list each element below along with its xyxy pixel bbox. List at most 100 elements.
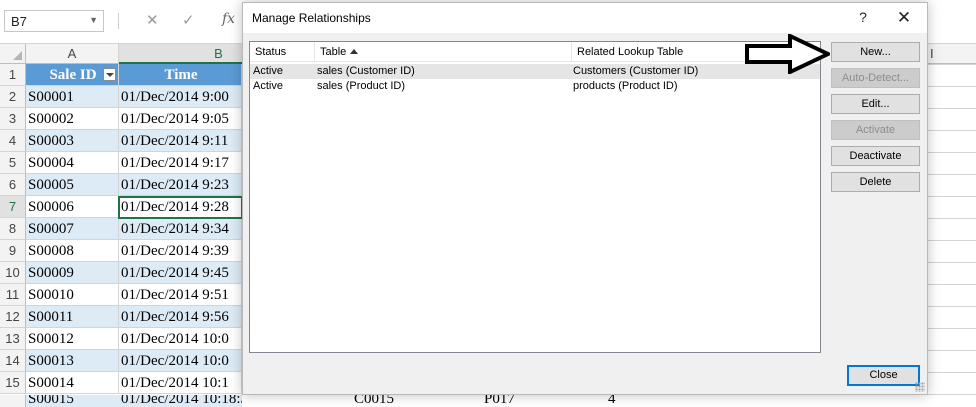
cell-sale-id[interactable]: S00002 [26,108,119,130]
row-header[interactable]: 15 [0,372,26,394]
row-header[interactable]: 8 [0,218,26,240]
partial-cell-b-text: 01/Dec/2014 10:18:33 AM [121,395,242,407]
column-status-label: Status [255,46,287,58]
resize-grip-icon[interactable] [915,382,925,392]
cell-sale-id[interactable]: S00008 [26,240,119,262]
partial-cell-d: P017 [484,395,515,407]
row-header-partial [0,395,26,407]
grid-line [926,108,976,109]
column-lookup-label: Related Lookup Table [577,46,684,58]
select-all-button[interactable] [0,44,26,64]
cell-time[interactable]: 01/Dec/2014 9:39 [119,240,242,262]
grid-line [926,328,976,329]
grid-line [926,86,976,87]
cell-time[interactable]: 01/Dec/2014 9:23 [119,174,242,196]
row-lookup: Customers (Customer ID) [573,65,699,77]
header-cell-label: Time [164,67,198,83]
grid-line [926,174,976,175]
header-cell-time[interactable]: Time [119,64,242,86]
grid-line [926,152,976,153]
cell-sale-id[interactable]: S00012 [26,328,119,350]
grid-line [926,394,976,395]
row-header[interactable]: 13 [0,328,26,350]
row-status: Active [253,80,283,92]
row-header[interactable]: 5 [0,152,26,174]
relationship-row[interactable]: Active sales (Customer ID) Customers (Cu… [250,64,820,79]
header-cell-sale-id[interactable]: Sale ID [26,64,119,86]
row-header[interactable]: 6 [0,174,26,196]
dialog-title: Manage Relationships [252,11,371,25]
relationships-list[interactable]: Status Table Related Lookup Table Active… [249,41,821,353]
row-header[interactable]: 14 [0,350,26,372]
row-header[interactable]: 12 [0,306,26,328]
excel-window: B7 ▼ ✕ ✓ fx A B 1 Sale ID Time 2 S00001 01/De… [0,0,976,407]
filter-dropdown-icon[interactable] [103,68,116,81]
close-icon[interactable]: ✕ [891,6,917,30]
row-header[interactable]: 7 [0,196,26,218]
activate-button[interactable]: Activate [831,120,920,140]
cell-sale-id[interactable]: S00014 [26,372,119,394]
row-lookup: products (Product ID) [573,80,678,92]
insert-function-icon[interactable]: fx [222,11,235,27]
partial-cell-b-strip: 01/Dec/2014 10:18:33 AM [119,395,242,407]
cell-sale-id[interactable]: S00005 [26,174,119,196]
row-header[interactable]: 3 [0,108,26,130]
deactivate-button[interactable]: Deactivate [831,146,920,166]
cell-sale-id[interactable]: S00006 [26,196,119,218]
cell-sale-id[interactable]: S00007 [26,218,119,240]
grid-line [926,240,976,241]
row-table: sales (Product ID) [317,80,406,92]
cell-time[interactable]: 01/Dec/2014 9:11 [119,130,242,152]
row-table: sales (Customer ID) [317,65,415,77]
cell-time[interactable]: 01/Dec/2014 10:1 [119,372,242,394]
cell-sale-id[interactable]: S00004 [26,152,119,174]
check-icon[interactable]: ✓ [182,11,195,29]
cancel-icon[interactable]: ✕ [146,11,159,29]
row-status: Active [253,65,283,77]
close-button[interactable]: Close [847,365,920,386]
column-table[interactable]: Table [315,42,572,62]
auto-detect-button[interactable]: Auto-Detect... [831,68,920,88]
cell-sale-id[interactable]: S00009 [26,262,119,284]
list-header: Status Table Related Lookup Table [250,42,820,62]
grid-line [926,64,976,65]
column-header-a[interactable]: A [26,44,119,64]
row-header[interactable]: 11 [0,284,26,306]
column-status[interactable]: Status [250,42,315,62]
cell-time[interactable]: 01/Dec/2014 9:56 [119,306,242,328]
cell-time[interactable]: 01/Dec/2014 9:28 [119,196,242,218]
cell-time[interactable]: 01/Dec/2014 9:05 [119,108,242,130]
annotation-arrow-icon [745,34,830,74]
grid-line [926,196,976,197]
cell-time[interactable]: 01/Dec/2014 10:0 [119,328,242,350]
cell-time[interactable]: 01/Dec/2014 9:17 [119,152,242,174]
grid-line [926,130,976,131]
cell-sale-id[interactable]: S00001 [26,86,119,108]
help-icon[interactable]: ? [853,9,873,27]
cell-sale-id[interactable]: S00003 [26,130,119,152]
cell-time[interactable]: 01/Dec/2014 9:51 [119,284,242,306]
row-header[interactable]: 10 [0,262,26,284]
grid-line [926,262,976,263]
relationship-row[interactable]: Active sales (Product ID) products (Prod… [250,79,820,94]
row-header[interactable]: 1 [0,64,26,86]
edit-button[interactable]: Edit... [831,94,920,114]
delete-button[interactable]: Delete [831,172,920,192]
row-header[interactable]: 4 [0,130,26,152]
chevron-down-icon[interactable]: ▼ [89,15,98,25]
dialog-titlebar[interactable]: Manage Relationships ? ✕ [243,3,927,33]
cell-time[interactable]: 01/Dec/2014 9:34 [119,218,242,240]
cell-time[interactable]: 01/Dec/2014 9:00 [119,86,242,108]
cell-sale-id[interactable]: S00011 [26,306,119,328]
cell-sale-id[interactable]: S00010 [26,284,119,306]
new-button[interactable]: New... [831,42,920,62]
column-header-i[interactable]: I [926,44,976,64]
row-header[interactable]: 9 [0,240,26,262]
cell-time[interactable]: 01/Dec/2014 10:0 [119,350,242,372]
cell-time[interactable]: 01/Dec/2014 9:45 [119,262,242,284]
name-box[interactable]: B7 ▼ [4,10,104,32]
partial-cell-e: 4 [608,395,616,407]
row-header[interactable]: 2 [0,86,26,108]
cell-sale-id[interactable]: S00013 [26,350,119,372]
right-grid-area: I [926,44,976,407]
